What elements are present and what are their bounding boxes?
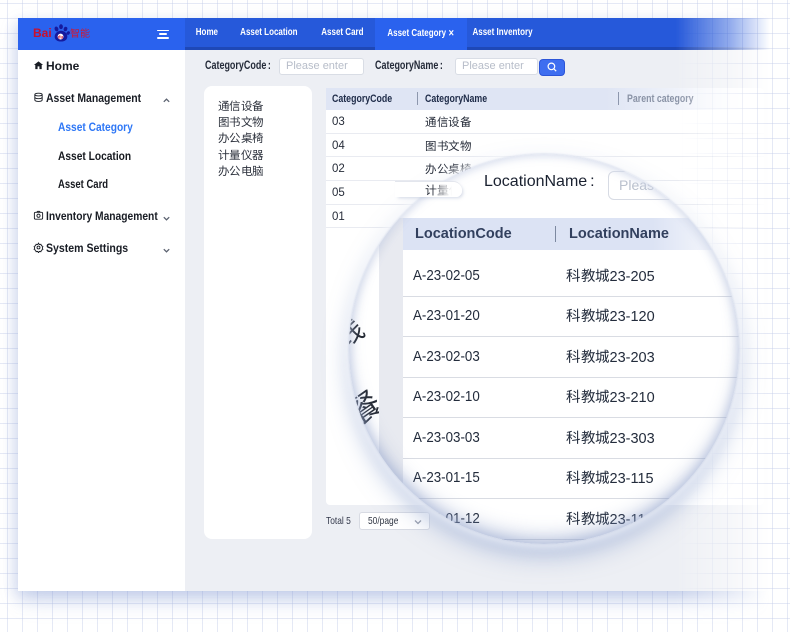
svg-text:du: du xyxy=(57,34,63,39)
